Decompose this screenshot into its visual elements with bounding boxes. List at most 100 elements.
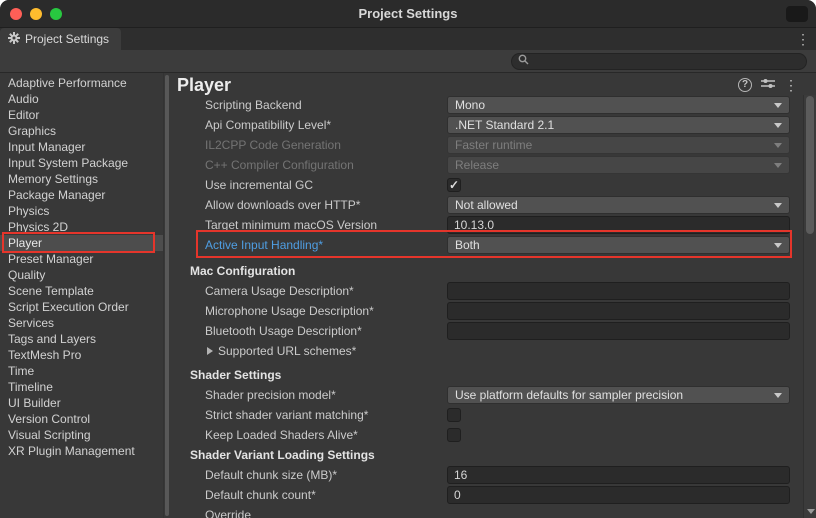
setting-label: IL2CPP Code Generation <box>205 138 447 152</box>
panel-menu-icon[interactable]: ⋮ <box>784 78 798 92</box>
titlebar-widget[interactable] <box>786 6 808 22</box>
strict-shader-variant-checkbox[interactable] <box>447 408 461 422</box>
sidebar-item-memory-settings[interactable]: Memory Settings <box>0 171 163 187</box>
setting-row-supported-url-schemes: Supported URL schemes* <box>170 341 816 361</box>
foldout-collapsed-icon[interactable] <box>207 347 213 355</box>
setting-label: Override <box>205 508 447 518</box>
main-scrollbar[interactable] <box>803 95 816 518</box>
api-compatibility-dropdown[interactable]: .NET Standard 2.1 <box>447 116 790 134</box>
sidebar-item-preset-manager[interactable]: Preset Manager <box>0 251 163 267</box>
search-icon <box>518 54 529 68</box>
http-downloads-dropdown[interactable]: Not allowed <box>447 196 790 214</box>
setting-label: Bluetooth Usage Description* <box>205 324 447 338</box>
setting-label: Shader precision model* <box>205 388 447 402</box>
sidebar-item-scene-template[interactable]: Scene Template <box>0 283 163 299</box>
sidebar-item-physics-2d[interactable]: Physics 2D <box>0 219 163 235</box>
setting-label: Microphone Usage Description* <box>205 304 447 318</box>
setting-label: Strict shader variant matching* <box>205 408 447 422</box>
toolbar <box>0 50 816 73</box>
sidebar-scrollbar[interactable] <box>163 73 170 518</box>
sidebar-item-package-manager[interactable]: Package Manager <box>0 187 163 203</box>
scrollbar-down-arrow-icon[interactable] <box>807 509 815 514</box>
supported-url-schemes-foldout[interactable]: Supported URL schemes* <box>218 344 356 358</box>
setting-label: Default chunk count* <box>205 488 447 502</box>
sidebar-item-textmesh-pro[interactable]: TextMesh Pro <box>0 347 163 363</box>
sidebar-item-graphics[interactable]: Graphics <box>0 123 163 139</box>
camera-usage-field[interactable] <box>447 282 790 300</box>
keep-shaders-alive-checkbox[interactable] <box>447 428 461 442</box>
chevron-down-icon <box>774 163 782 168</box>
sidebar-item-services[interactable]: Services <box>0 315 163 331</box>
sidebar-item-xr-plugin-management[interactable]: XR Plugin Management <box>0 443 163 459</box>
page-title: Player <box>177 75 738 96</box>
sidebar-item-time[interactable]: Time <box>0 363 163 379</box>
setting-label: Active Input Handling* <box>205 238 447 252</box>
dropdown-value: Both <box>455 238 768 252</box>
setting-row-shader-precision: Shader precision model* Use platform def… <box>170 385 816 405</box>
tab-label: Project Settings <box>25 32 109 46</box>
sidebar-item-ui-builder[interactable]: UI Builder <box>0 395 163 411</box>
main-scrollbar-thumb[interactable] <box>806 96 814 234</box>
sidebar-scrollbar-thumb[interactable] <box>165 75 169 516</box>
setting-row-default-chunk-size: Default chunk size (MB)* <box>170 465 816 485</box>
tabbar-menu-icon[interactable]: ⋮ <box>796 30 810 48</box>
setting-row-keep-shaders-alive: Keep Loaded Shaders Alive* <box>170 425 816 445</box>
sidebar-item-input-system-package[interactable]: Input System Package <box>0 155 163 171</box>
setting-label: Allow downloads over HTTP* <box>205 198 447 212</box>
setting-row-override: Override <box>170 505 816 518</box>
sidebar-item-quality[interactable]: Quality <box>0 267 163 283</box>
chevron-down-icon <box>774 393 782 398</box>
setting-row-min-macos-version: Target minimum macOS Version <box>170 215 816 235</box>
chevron-down-icon <box>774 243 782 248</box>
setting-label: C++ Compiler Configuration <box>205 158 447 172</box>
setting-row-cpp-compiler: C++ Compiler Configuration Release <box>170 155 816 175</box>
sidebar-item-editor[interactable]: Editor <box>0 107 163 123</box>
active-input-handling-dropdown[interactable]: Both <box>447 236 790 254</box>
sidebar-item-physics[interactable]: Physics <box>0 203 163 219</box>
setting-row-api-compatibility: Api Compatibility Level* .NET Standard 2… <box>170 115 816 135</box>
setting-row-incremental-gc: Use incremental GC <box>170 175 816 195</box>
search-field[interactable] <box>511 53 807 70</box>
setting-label: Target minimum macOS Version <box>205 218 447 232</box>
chevron-down-icon <box>774 123 782 128</box>
cpp-compiler-dropdown: Release <box>447 156 790 174</box>
gear-icon <box>8 32 20 47</box>
bluetooth-usage-field[interactable] <box>447 322 790 340</box>
sidebar-item-audio[interactable]: Audio <box>0 91 163 107</box>
dropdown-value: Faster runtime <box>455 138 768 152</box>
min-macos-version-field[interactable] <box>447 216 790 234</box>
microphone-usage-field[interactable] <box>447 302 790 320</box>
sidebar-item-script-execution-order[interactable]: Script Execution Order <box>0 299 163 315</box>
sidebar-item-tags-and-layers[interactable]: Tags and Layers <box>0 331 163 347</box>
setting-row-active-input-handling: Active Input Handling* Both <box>170 235 816 255</box>
sidebar-item-adaptive-performance[interactable]: Adaptive Performance <box>0 75 163 91</box>
help-icon[interactable]: ? <box>738 78 752 92</box>
settings-rows: Scripting Backend Mono Api Compatibility… <box>170 95 816 518</box>
tab-project-settings[interactable]: Project Settings <box>0 28 121 50</box>
setting-row-camera-usage: Camera Usage Description* <box>170 281 816 301</box>
setting-label: Default chunk size (MB)* <box>205 468 447 482</box>
scripting-backend-dropdown[interactable]: Mono <box>447 96 790 114</box>
default-chunk-count-field[interactable] <box>447 486 790 504</box>
presets-icon[interactable] <box>761 78 775 92</box>
section-heading-mac-configuration: Mac Configuration <box>170 261 816 281</box>
setting-row-microphone-usage: Microphone Usage Description* <box>170 301 816 321</box>
setting-row-bluetooth-usage: Bluetooth Usage Description* <box>170 321 816 341</box>
setting-label: Api Compatibility Level* <box>205 118 447 132</box>
search-input[interactable] <box>533 54 800 68</box>
sidebar-item-visual-scripting[interactable]: Visual Scripting <box>0 427 163 443</box>
sidebar-item-input-manager[interactable]: Input Manager <box>0 139 163 155</box>
default-chunk-size-field[interactable] <box>447 466 790 484</box>
dropdown-value: Not allowed <box>455 198 768 212</box>
tab-bar: Project Settings ⋮ <box>0 28 816 50</box>
incremental-gc-checkbox[interactable] <box>447 178 461 192</box>
shader-precision-dropdown[interactable]: Use platform defaults for sampler precis… <box>447 386 790 404</box>
settings-sidebar: Adaptive Performance Audio Editor Graphi… <box>0 73 163 518</box>
dropdown-value: .NET Standard 2.1 <box>455 118 768 132</box>
setting-label: Keep Loaded Shaders Alive* <box>205 428 447 442</box>
panel-header: Player ? ⋮ <box>170 73 816 95</box>
sidebar-item-timeline[interactable]: Timeline <box>0 379 163 395</box>
sidebar-item-player[interactable]: Player <box>0 235 163 251</box>
chevron-down-icon <box>774 203 782 208</box>
sidebar-item-version-control[interactable]: Version Control <box>0 411 163 427</box>
